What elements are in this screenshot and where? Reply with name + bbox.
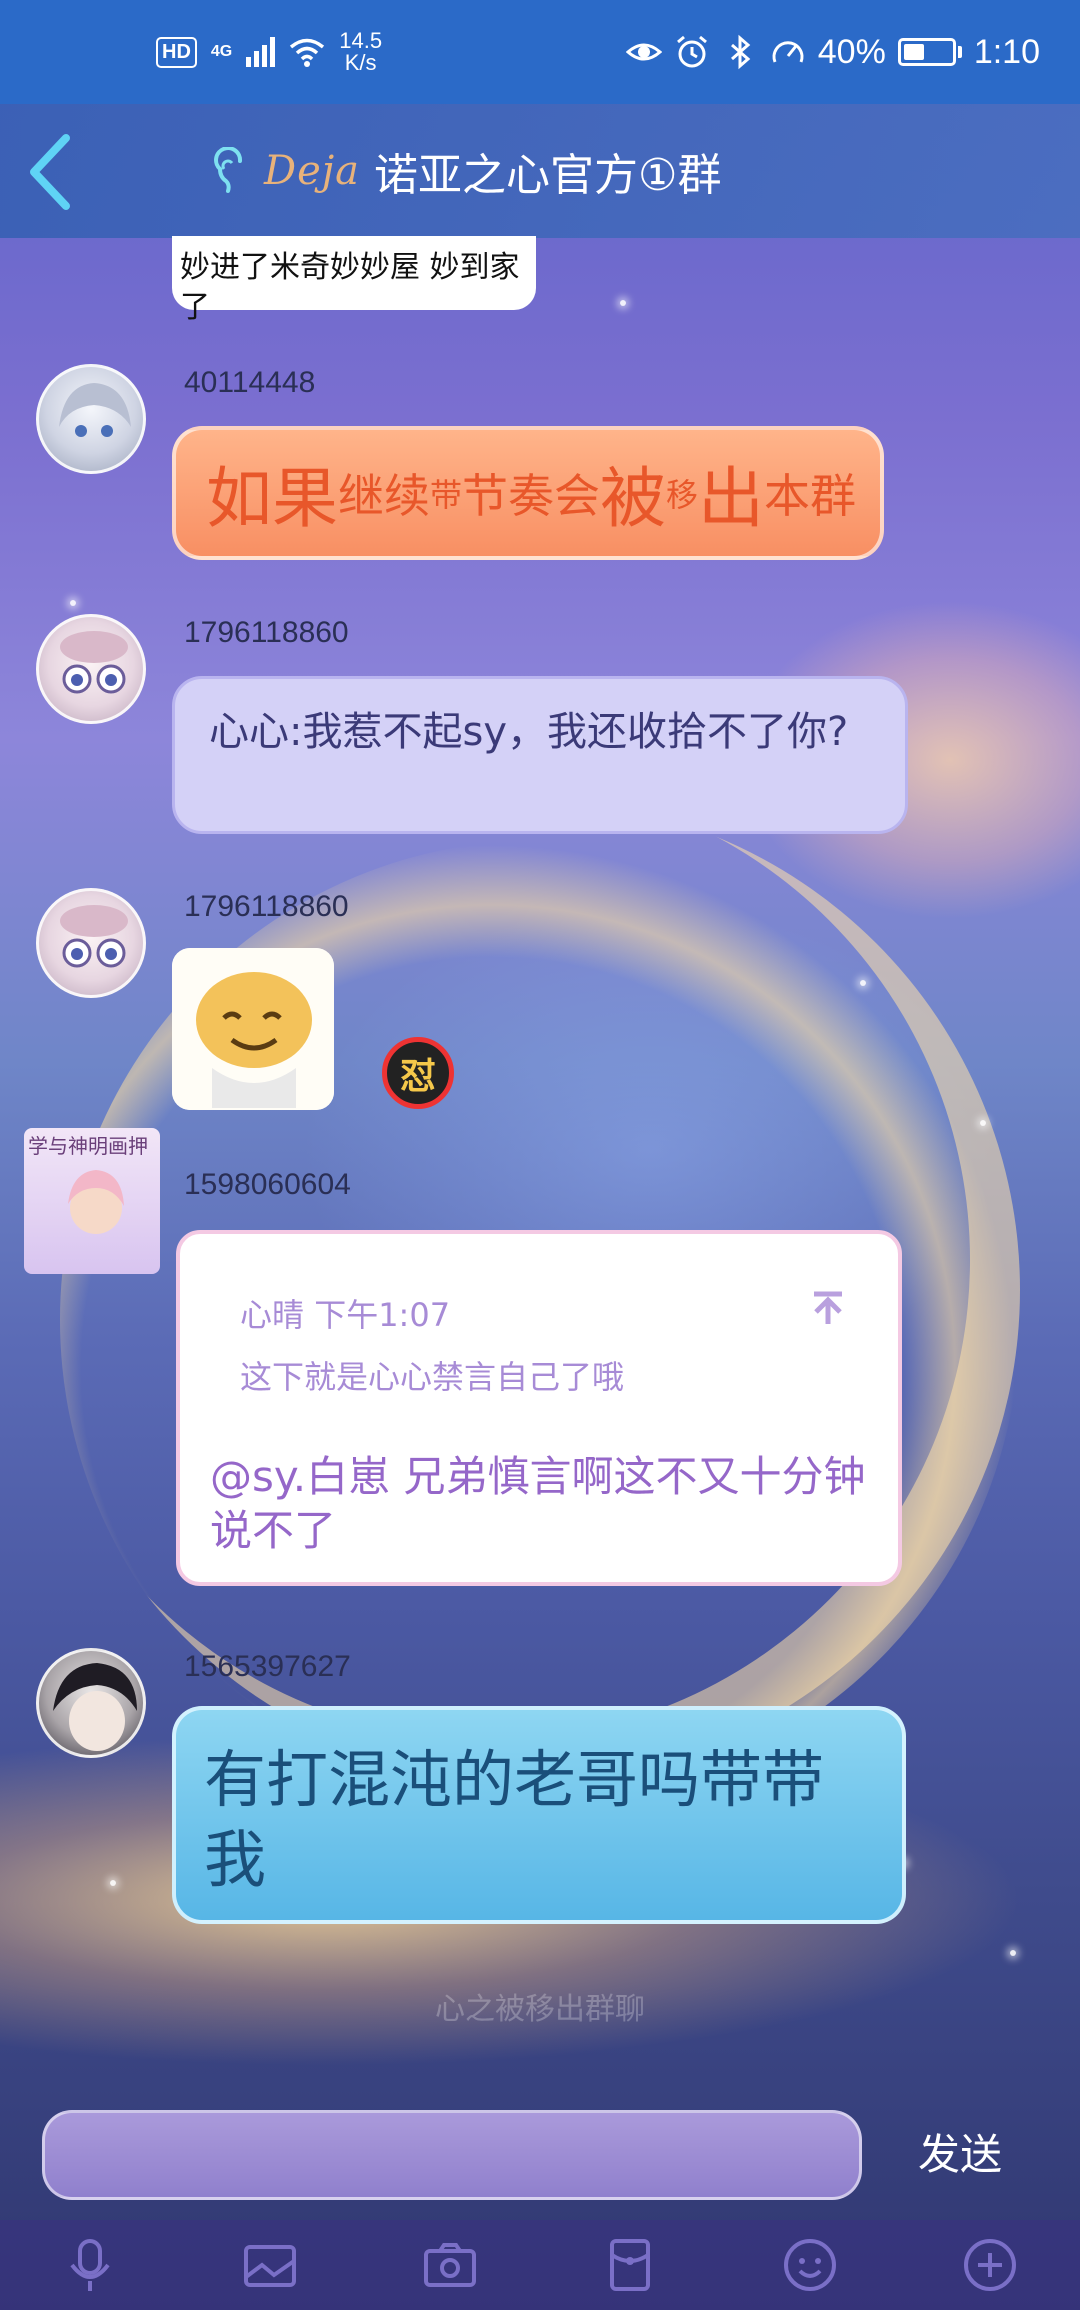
message-text-segment: 出 [698,460,765,537]
emoji-button[interactable] [774,2229,846,2301]
emoji-icon [784,2239,836,2291]
red-packet-icon [610,2239,650,2291]
message-text-segment: 移 [666,476,699,514]
message-bubble[interactable]: 如果 继续带节奏会被移出本群 [172,426,884,560]
message-bubble[interactable]: 心心:我惹不起sy，我还收拾不了你? [172,676,908,834]
avatar-image [60,905,128,968]
system-notice: 心之被移出群聊 [435,1992,645,2027]
sender-name[interactable]: 1565397627 [184,1650,351,1684]
message-bubble-partial[interactable]: 妙进了米奇妙妙屋 妙到家了 [172,236,536,325]
network-speed-value: 14.5 [339,28,383,53]
sticker-message[interactable] [172,948,334,1110]
status-left: HD 4G 14.5 K/s [156,30,382,74]
image-icon [244,2245,296,2287]
speed-gauge-icon [772,41,804,63]
deja-logo: Deja [264,148,360,194]
network-speed-unit: K/s [344,50,377,75]
avatar-image [68,1170,124,1234]
plus-icon [964,2239,1016,2291]
more-button[interactable] [954,2229,1026,2301]
image-button[interactable] [234,2229,306,2301]
avatar[interactable]: 学与神明画押 [24,1128,160,1274]
avatar[interactable] [36,888,146,998]
sender-name[interactable]: 1598060604 [184,1168,351,1202]
quote-header: 心晴 下午1:07 [240,1290,450,1336]
reaction-badge[interactable]: 怼 [382,1037,454,1109]
message-bubble[interactable]: 心晴 下午1:07 这下就是心心禁言自己了哦 @sy.白崽 兄弟慎言啊这不又十分… [176,1230,902,1586]
battery-percent: 40% [817,32,886,71]
ear-icon [214,147,243,193]
message-text-segment: 带 [430,476,463,514]
background-star [620,300,626,306]
wifi-icon [290,38,325,67]
eye-icon [625,43,662,61]
quote-author: 心晴 [240,1296,305,1334]
send-button[interactable]: 发送 [900,2124,1020,2186]
network-type: 4G [210,43,233,60]
chevron-left-icon [30,134,70,210]
avatar[interactable] [36,1648,146,1758]
sender-name[interactable]: 1796118860 [184,616,349,650]
group-title: 诺亚之心官方①群 [374,150,722,201]
message-input[interactable] [42,2110,862,2200]
message-text-segment: 节奏会 [462,469,601,523]
clock: 1:10 [973,32,1040,71]
reaction-label: 怼 [399,1056,436,1097]
chat-background [0,0,1080,2310]
message-text: 妙进了米奇妙妙屋 妙到家了 [180,250,520,325]
hd-badge: HD [156,36,197,68]
background-star [110,1880,116,1886]
avatar-image [59,383,131,437]
avatar-image [60,631,128,694]
quote-time: 下午1:07 [314,1296,451,1334]
status-right: 40% 1:10 [625,32,1040,72]
alarm-icon [676,35,707,68]
quote-text: 这下就是心心禁言自己了哦 [240,1358,625,1396]
sender-name[interactable]: 1796118860 [184,890,349,924]
message-text: @sy.白崽 兄弟慎言啊这不又十分钟说不了 [210,1452,866,1555]
voice-button[interactable] [54,2229,126,2301]
message-text-segment: 如果 [206,460,338,537]
input-toolbar [0,2220,1080,2310]
background-star [1010,1950,1016,1956]
battery-icon [897,38,962,66]
bluetooth-icon [730,34,751,70]
message-text: 心心:我惹不起sy，我还收拾不了你? [209,709,849,755]
message-text-segment: 继续 [338,469,430,523]
avatar-image [53,1663,137,1751]
camera-button[interactable] [414,2229,486,2301]
message-text-segment: 被 [600,460,667,537]
signal-icon [246,37,276,67]
microphone-icon [70,2239,110,2291]
message-text: 有打混沌的老哥吗带带我 [204,1743,825,1896]
message-bubble[interactable]: 有打混沌的老哥吗带带我 [172,1706,906,1924]
smiley-sticker-icon [172,948,334,1110]
camera-icon [424,2243,476,2287]
background-star [860,980,866,986]
sender-name[interactable]: 40114448 [184,366,315,400]
avatar[interactable] [36,614,146,724]
chat-title[interactable]: Deja 诺亚之心官方①群 [210,104,721,238]
red-packet-button[interactable] [594,2229,666,2301]
background-star [980,1120,986,1126]
network-speed: 14.5 K/s [339,30,382,74]
avatar[interactable] [36,364,146,474]
background-star [70,600,76,606]
message-text-segment: 本群 [764,469,857,523]
status-bar: HD 4G 14.5 K/s 40% 1:10 [0,0,1080,104]
jump-to-quote-icon[interactable] [808,1288,848,1328]
back-button[interactable] [14,130,84,214]
chat-header: Deja 诺亚之心官方①群 [0,104,1080,238]
